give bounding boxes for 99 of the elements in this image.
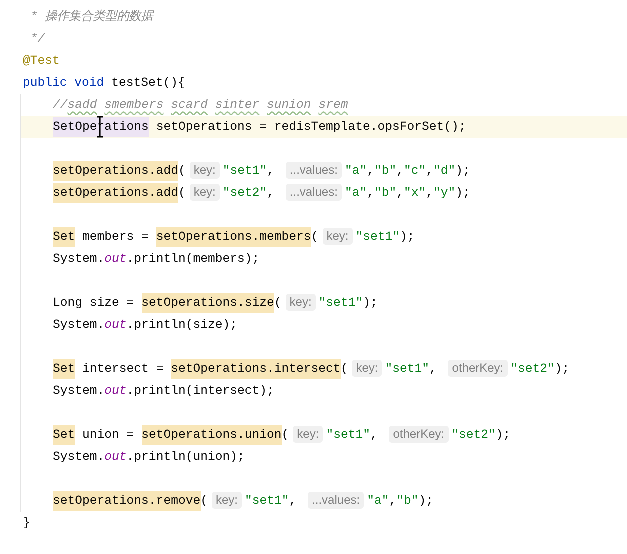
highlighted-symbol: setOperations.add: [53, 183, 178, 203]
string-literal: "set1": [245, 494, 290, 508]
comment-text: */: [29, 32, 46, 46]
comment-text: * 操作集合类型的数据: [29, 10, 154, 24]
comment-text: srem: [318, 98, 348, 112]
code-text: );: [456, 164, 470, 178]
string-literal: "y": [434, 186, 456, 200]
code-text: ,: [370, 428, 379, 442]
code-text: );: [363, 296, 378, 310]
code-text: (: [178, 186, 186, 200]
highlighted-symbol: Set: [53, 227, 76, 247]
code-text: intersect =: [82, 362, 165, 376]
annotation: @Test: [23, 54, 60, 68]
code-text: Long size =: [53, 296, 136, 310]
code-text: ,: [389, 494, 397, 508]
field-name: out: [104, 384, 127, 398]
code-text: (: [178, 164, 186, 178]
string-literal: "d": [434, 164, 456, 178]
parameter-hint: key:: [190, 184, 220, 201]
code-text: );: [400, 230, 415, 244]
code-text: (: [282, 428, 290, 442]
code-text: redisTemplate.opsForSet: [274, 120, 444, 134]
comment-text: sadd: [68, 98, 98, 112]
string-literal: "set2": [222, 186, 268, 200]
string-literal: "a": [367, 494, 390, 508]
code-text: );: [496, 428, 511, 442]
highlighted-symbol: setOperations.members: [156, 227, 312, 247]
code-text: (: [311, 230, 319, 244]
highlighted-symbol: setOperations.remove: [53, 491, 201, 511]
field-name: out: [104, 318, 127, 332]
parameter-hint: key:: [286, 294, 316, 311]
string-literal: "b": [374, 186, 397, 200]
string-literal: "a": [344, 186, 368, 200]
string-literal: "set1": [385, 362, 430, 376]
comment-text: sinter: [215, 98, 260, 112]
field-name: out: [104, 450, 127, 464]
parameter-hint: key:: [190, 162, 220, 179]
parameter-hint: ...values:: [286, 184, 342, 201]
code-text: ,: [267, 186, 276, 200]
code-text: );: [418, 494, 434, 508]
parameter-hint: ...values:: [286, 162, 342, 179]
string-literal: "set1": [356, 230, 400, 244]
code-text: ,: [396, 186, 404, 200]
parameter-hint: key:: [322, 228, 353, 245]
code-text: System.: [53, 318, 105, 332]
code-text: setOperations =: [155, 120, 268, 134]
parameter-hint: otherKey:: [389, 426, 449, 443]
code-text: System.: [53, 252, 105, 266]
code-text: ,: [426, 186, 434, 200]
highlighted-symbol: setOperations.add: [53, 161, 178, 181]
highlighted-symbol: setOperations.union: [142, 425, 282, 445]
code-text: .println(union);: [126, 450, 245, 464]
field-name: out: [104, 252, 127, 266]
highlighted-symbol: Set: [53, 425, 76, 445]
string-literal: "c": [404, 164, 426, 178]
string-literal: "set2": [452, 428, 496, 442]
code-text: members =: [82, 230, 150, 244]
string-literal: "set1": [318, 296, 364, 310]
comment-text: sunion: [267, 98, 312, 112]
string-literal: "set1": [326, 428, 370, 442]
string-literal: "b": [374, 164, 397, 178]
string-literal: "b": [396, 494, 419, 508]
parameter-hint: key:: [352, 360, 382, 377]
code-text: ,: [426, 164, 434, 178]
code-text: System.: [53, 384, 105, 398]
code-text: System.: [53, 450, 105, 464]
code-text: }: [23, 516, 30, 530]
code-text: .println(size);: [126, 318, 238, 332]
comment-text: //: [53, 98, 68, 112]
code-text: testSet(){: [112, 76, 186, 90]
code-text: );: [554, 362, 570, 376]
code-text: (: [340, 362, 348, 376]
code-text: ,: [367, 164, 374, 178]
highlighted-symbol: Set: [53, 359, 76, 379]
code-text: ,: [367, 186, 374, 200]
code-text: );: [456, 186, 470, 200]
string-literal: "set2": [510, 362, 555, 376]
parameter-hint: ...values:: [308, 492, 364, 509]
code-text: .println(members);: [126, 252, 260, 266]
parameter-hint: otherKey:: [448, 360, 508, 377]
code-text: .println(intersect);: [126, 384, 274, 398]
string-literal: "a": [344, 164, 368, 178]
comment-text: smembers: [104, 98, 164, 112]
code-text: (: [274, 296, 282, 310]
code-text: ,: [267, 164, 276, 178]
highlighted-symbol: setOperations.intersect: [171, 359, 341, 379]
parameter-hint: key:: [293, 426, 324, 443]
string-literal: "x": [404, 186, 426, 200]
highlighted-symbol: setOperations.size: [142, 293, 274, 313]
string-literal: "set1": [222, 164, 268, 178]
code-text: ,: [396, 164, 404, 178]
code-text: ();: [444, 120, 466, 134]
code-text: ,: [289, 494, 298, 508]
code-text: ,: [430, 362, 438, 376]
comment-text: scard: [171, 98, 208, 112]
keyword: public void: [23, 76, 106, 90]
parameter-hint: key:: [212, 492, 242, 509]
code-text: (: [200, 494, 208, 508]
code-text: union =: [82, 428, 136, 442]
